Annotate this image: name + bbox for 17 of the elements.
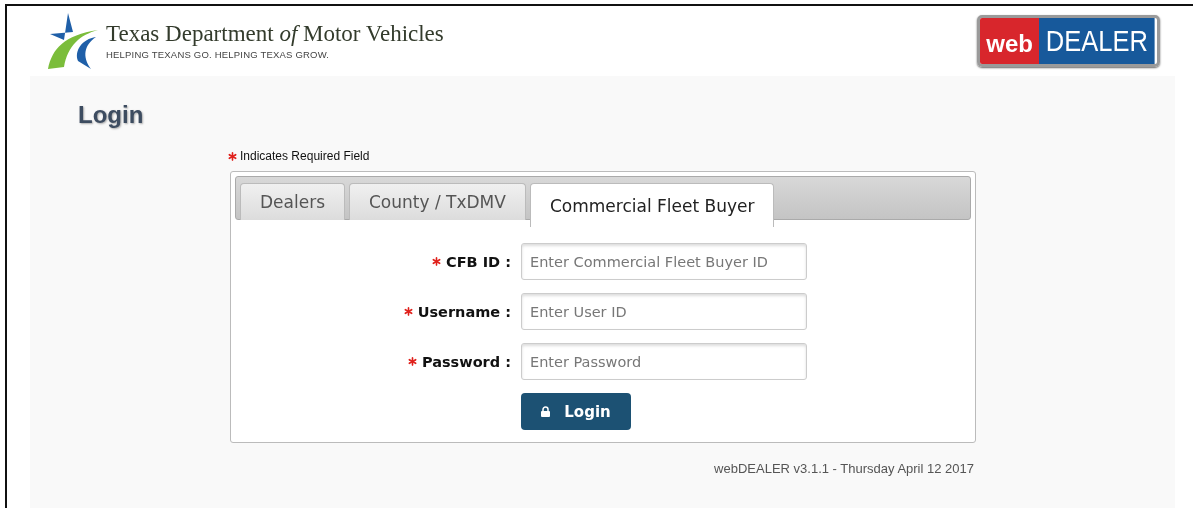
field-label: Password : bbox=[421, 353, 511, 370]
product-logo: web DEALER bbox=[977, 15, 1160, 67]
field-label: Username : bbox=[417, 303, 511, 320]
tab[interactable]: County / TxDMV bbox=[349, 183, 526, 220]
login-button[interactable]: Login bbox=[521, 393, 631, 430]
required-note: Indicates Required Field bbox=[240, 149, 370, 163]
input-field[interactable]: Enter User ID bbox=[521, 293, 807, 330]
input-field[interactable]: Enter Commercial Fleet Buyer ID bbox=[521, 243, 807, 280]
field-label: CFB ID : bbox=[446, 253, 511, 270]
tagline: HELPING TEXANS GO. HELPING TEXAS GROW. bbox=[106, 49, 331, 60]
agency-name: Texas Department of Motor Vehicles bbox=[106, 22, 444, 45]
input-field[interactable]: Enter Password bbox=[521, 343, 807, 380]
version-footer: webDEALER v3.1.1 - Thursday April 12 2017 bbox=[714, 461, 974, 476]
lock-icon bbox=[541, 406, 551, 417]
tab[interactable]: Commercial Fleet Buyer bbox=[529, 183, 775, 227]
page-title: Login bbox=[78, 101, 144, 129]
tab[interactable]: Dealers bbox=[240, 183, 345, 220]
